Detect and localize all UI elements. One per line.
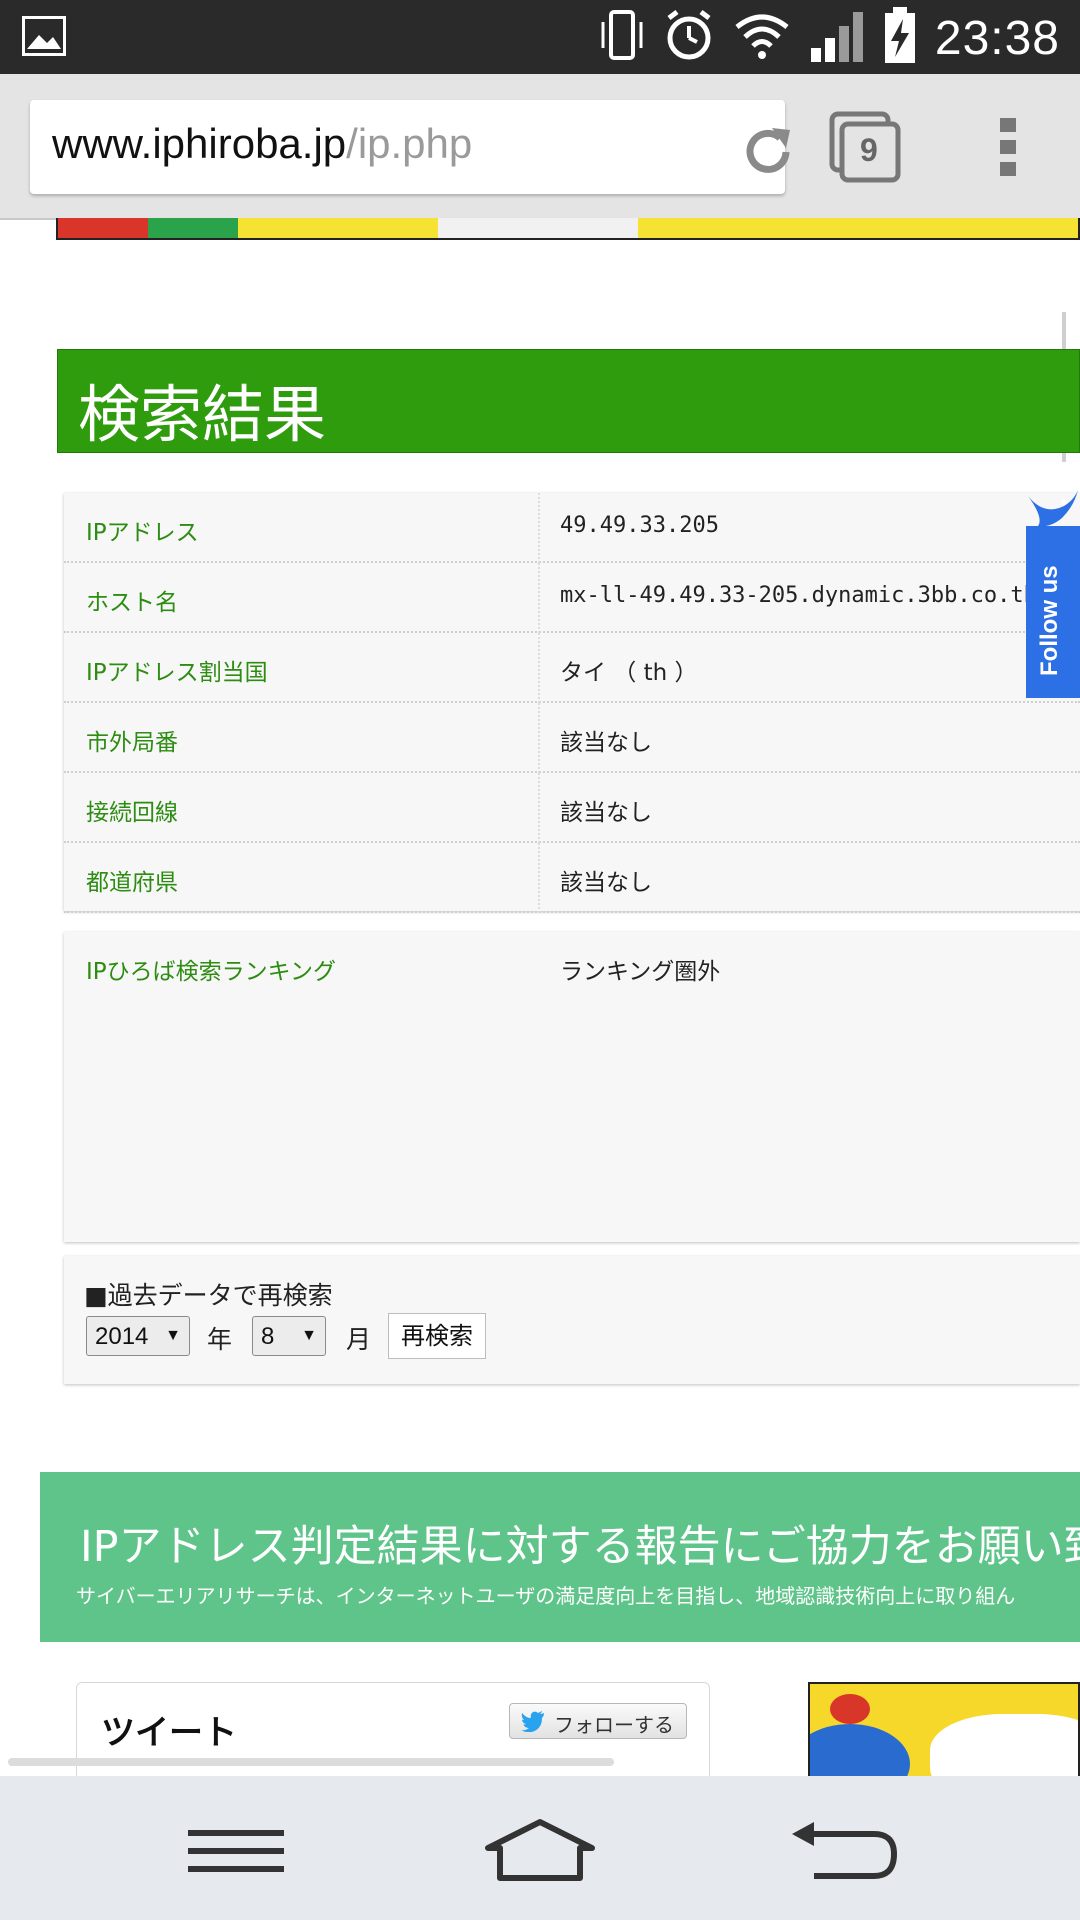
home-icon[interactable] bbox=[482, 1818, 598, 1884]
past-data-search: ■過去データで再検索 2014 ▼ 年 8 ▼ 月 再検索 bbox=[64, 1256, 1080, 1384]
table-row: ホスト名 mx-ll-49.49.33-205.dynamic.3bb.co.t… bbox=[64, 563, 1080, 633]
follow-us-label: Follow us bbox=[1036, 565, 1063, 676]
clock: 23:38 bbox=[934, 11, 1060, 65]
month-select[interactable]: 8 ▼ bbox=[252, 1316, 326, 1356]
month-unit-label: 月 bbox=[346, 1325, 372, 1354]
table-row: 都道府県 該当なし bbox=[64, 843, 1080, 913]
top-ad-banner[interactable] bbox=[56, 218, 1080, 240]
row-value: 該当なし bbox=[560, 870, 652, 896]
back-icon[interactable] bbox=[790, 1822, 898, 1882]
table-row: IPアドレス割当国 タイ （ th ） bbox=[64, 633, 1080, 703]
year-select[interactable]: 2014 ▼ bbox=[86, 1316, 190, 1356]
row-value: タイ （ th ） bbox=[560, 660, 698, 686]
url-bar[interactable]: www.iphiroba.jp/ip.php bbox=[30, 100, 790, 194]
report-banner[interactable]: IPアドレス判定結果に対する報告にご協力をお願い致し サイバーエリアリサーチは、… bbox=[40, 1472, 1080, 1642]
status-bar: 23:38 bbox=[0, 0, 1080, 74]
signal-icon bbox=[809, 10, 865, 66]
row-label: IPアドレス割当国 bbox=[86, 660, 268, 686]
wifi-icon bbox=[733, 11, 791, 65]
row-value: 該当なし bbox=[560, 730, 652, 756]
table-row: 市外局番 該当なし bbox=[64, 703, 1080, 773]
twitter-follow-button[interactable]: フォローする bbox=[509, 1703, 687, 1739]
table-row: 接続回線 該当なし bbox=[64, 773, 1080, 843]
row-label: IPアドレス bbox=[86, 520, 199, 546]
ranking-value: ランキング圏外 bbox=[560, 959, 721, 985]
side-ad-banner[interactable] bbox=[808, 1682, 1080, 1782]
row-label: 接続回線 bbox=[86, 800, 178, 826]
navigation-bar bbox=[0, 1776, 1080, 1920]
follow-label: フォローする bbox=[554, 1713, 674, 1737]
row-label: 都道府県 bbox=[86, 870, 178, 896]
report-banner-subtitle: サイバーエリアリサーチは、インターネットユーザの満足度向上を目指し、地域認識技術… bbox=[76, 1584, 1016, 1608]
horizontal-scrollbar[interactable] bbox=[8, 1758, 614, 1766]
ranking-label: IPひろば検索ランキング bbox=[86, 959, 336, 985]
vibrate-icon bbox=[597, 8, 645, 68]
dropdown-arrow-icon: ▼ bbox=[301, 1327, 317, 1344]
month-value: 8 bbox=[261, 1323, 275, 1350]
ip-info-table: IPアドレス 49.49.33.205 ホスト名 mx-ll-49.49.33-… bbox=[64, 493, 1080, 913]
url-text[interactable]: www.iphiroba.jp/ip.php bbox=[52, 120, 472, 168]
battery-charging-icon bbox=[883, 7, 917, 69]
follow-us-tab[interactable]: Follow us bbox=[1026, 526, 1080, 698]
tweet-title: ツイート bbox=[101, 1713, 237, 1753]
image-icon bbox=[22, 16, 66, 56]
page-title: 検索結果 bbox=[78, 378, 327, 451]
year-value: 2014 bbox=[95, 1323, 149, 1350]
browser-toolbar: www.iphiroba.jp/ip.php 9 bbox=[0, 74, 1080, 220]
research-heading: ■過去データで再検索 bbox=[84, 1281, 333, 1310]
dropdown-arrow-icon: ▼ bbox=[165, 1327, 181, 1344]
tabs-icon[interactable]: 9 bbox=[828, 110, 902, 184]
menu-icon[interactable] bbox=[188, 1828, 284, 1876]
url-host: www.iphiroba.jp bbox=[52, 120, 347, 167]
row-value: 該当なし bbox=[560, 800, 652, 826]
ranking-card: IPひろば検索ランキング ランキング圏外 bbox=[64, 932, 1080, 1242]
row-label: ホスト名 bbox=[86, 590, 178, 616]
row-value: mx-ll-49.49.33-205.dynamic.3bb.co.th bbox=[560, 583, 1037, 608]
row-value: 49.49.33.205 bbox=[560, 513, 719, 538]
url-path: /ip.php bbox=[346, 120, 473, 167]
row-label: 市外局番 bbox=[86, 730, 178, 756]
alarm-icon bbox=[663, 8, 715, 68]
tab-count: 9 bbox=[860, 132, 878, 168]
table-row: IPアドレス 49.49.33.205 bbox=[64, 493, 1080, 563]
overflow-menu-icon[interactable] bbox=[996, 112, 1020, 182]
report-banner-title: IPアドレス判定結果に対する報告にご協力をお願い致し bbox=[80, 1522, 1080, 1572]
results-header: 検索結果 bbox=[57, 349, 1080, 453]
tweet-widget: ツイート フォローする bbox=[76, 1682, 710, 1782]
twitter-bird-icon bbox=[520, 1710, 546, 1733]
research-button[interactable]: 再検索 bbox=[388, 1313, 486, 1359]
reload-icon[interactable] bbox=[740, 124, 796, 180]
year-unit-label: 年 bbox=[207, 1325, 233, 1354]
